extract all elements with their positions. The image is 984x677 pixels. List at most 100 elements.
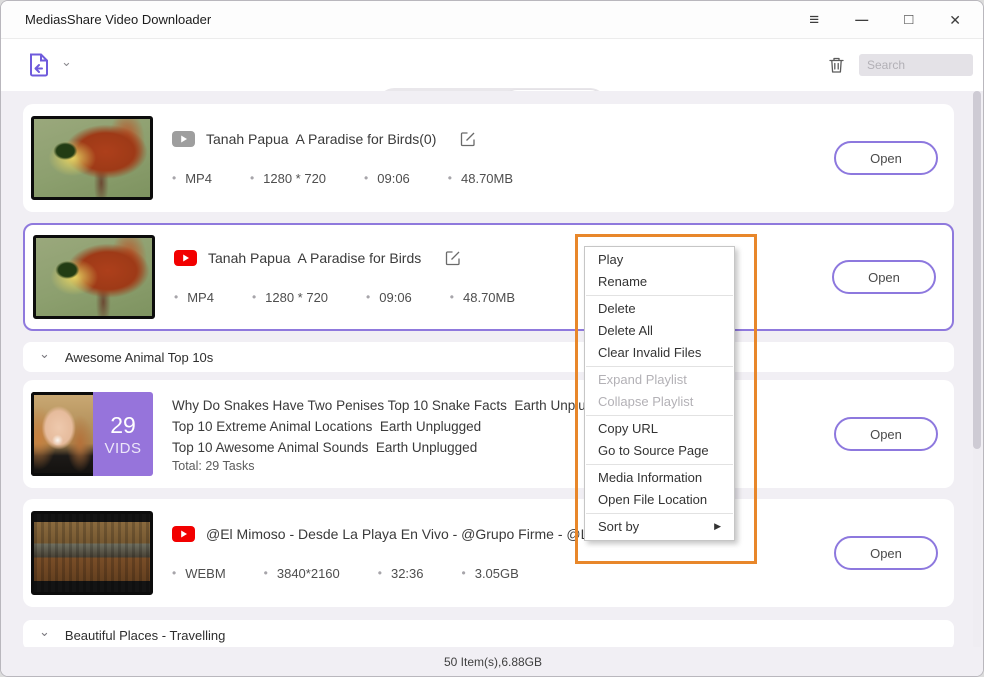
menu-separator — [586, 464, 733, 465]
menu-item-play[interactable]: Play — [585, 249, 734, 271]
playlist-track-2: Top 10 Extreme Animal Locations Earth Un… — [172, 416, 616, 437]
window-controls: ≡ — □ ✕ — [809, 11, 961, 28]
video-thumbnail — [31, 116, 153, 200]
import-task-button[interactable]: ⌄ — [27, 52, 72, 78]
section-label: Beautiful Places - Travelling — [65, 628, 225, 643]
section-label: Awesome Animal Top 10s — [65, 350, 213, 365]
menu-item-delete-all[interactable]: Delete All — [585, 320, 734, 342]
toolbar-right — [828, 54, 973, 76]
trash-icon[interactable] — [828, 56, 845, 74]
meta-resolution: 3840*2160 — [277, 566, 340, 581]
open-button[interactable]: Open — [832, 260, 936, 294]
chevron-down-icon: ⌄ — [61, 59, 72, 66]
youtube-gray-icon — [172, 131, 195, 147]
menu-item-clear-invalid-files[interactable]: Clear Invalid Files — [585, 342, 734, 364]
menu-item-collapse-playlist: Collapse Playlist — [585, 391, 734, 413]
menu-item-media-information[interactable]: Media Information — [585, 467, 734, 489]
context-menu: Play Rename Delete Delete All Clear Inva… — [584, 246, 735, 541]
video-title: Tanah Papua A Paradise for Birds — [208, 250, 421, 266]
meta-size: 48.70MB — [463, 290, 515, 305]
menu-item-rename[interactable]: Rename — [585, 271, 734, 293]
menu-item-delete[interactable]: Delete — [585, 298, 734, 320]
playlist-section-awesome-animal[interactable]: ⌄ Awesome Animal Top 10s — [23, 342, 954, 372]
scrollbar[interactable] — [973, 91, 981, 649]
bullet-icon: • — [250, 171, 254, 185]
meta-duration: 09:06 — [379, 290, 412, 305]
playlist-track-1: Why Do Snakes Have Two Penises Top 10 Sn… — [172, 395, 616, 416]
video-title: Tanah Papua A Paradise for Birds(0) — [206, 131, 436, 147]
menu-separator — [586, 366, 733, 367]
menu-separator — [586, 513, 733, 514]
video-row-1[interactable]: Tanah Papua A Paradise for Birds(0) • MP4… — [23, 104, 954, 212]
finished-list: Tanah Papua A Paradise for Birds(0) • MP4… — [1, 91, 984, 649]
meta-format: MP4 — [187, 290, 214, 305]
edit-title-icon[interactable] — [460, 131, 476, 147]
bullet-icon: • — [172, 171, 176, 185]
meta-duration: 09:06 — [377, 171, 410, 186]
menu-item-sort-by[interactable]: Sort by ▶ — [585, 516, 734, 538]
meta-duration: 32:36 — [391, 566, 424, 581]
bullet-icon: • — [450, 290, 454, 304]
playlist-section-beautiful-places[interactable]: ⌄ Beautiful Places - Travelling — [23, 620, 954, 649]
bullet-icon: • — [462, 566, 466, 580]
menu-item-copy-url[interactable]: Copy URL — [585, 418, 734, 440]
video-thumbnail — [33, 235, 155, 319]
chevron-down-icon[interactable]: ⌄ — [39, 351, 50, 358]
playlist-total-tasks: Total: 29 Tasks — [172, 459, 616, 473]
bullet-icon: • — [172, 566, 176, 580]
menu-separator — [586, 415, 733, 416]
video-thumbnail — [31, 511, 153, 595]
titlebar: MediasShare Video Downloader ≡ — □ ✕ — [1, 1, 983, 39]
bullet-icon: • — [252, 290, 256, 304]
playlist-track-3: Top 10 Awesome Animal Sounds Earth Unplu… — [172, 437, 616, 458]
close-icon[interactable]: ✕ — [949, 13, 961, 27]
open-button[interactable]: Open — [834, 417, 938, 451]
youtube-icon — [174, 250, 197, 266]
menu-item-expand-playlist: Expand Playlist — [585, 369, 734, 391]
meta-format: WEBM — [185, 566, 225, 581]
bullet-icon: • — [366, 290, 370, 304]
meta-size: 3.05GB — [475, 566, 519, 581]
video-meta: • MP4 • 1280 * 720 • 09:06 • 48.70MB — [174, 290, 553, 305]
items-summary: 50 Item(s),6.88GB — [444, 655, 542, 669]
edit-title-icon[interactable] — [445, 250, 461, 266]
hamburger-menu-icon[interactable]: ≡ — [809, 11, 819, 28]
video-meta: • MP4 • 1280 * 720 • 09:06 • 48.70MB — [172, 171, 551, 186]
meta-resolution: 1280 * 720 — [265, 290, 328, 305]
bullet-icon: • — [378, 566, 382, 580]
playlist-video-count: 29 — [110, 412, 136, 439]
app-title: MediasShare Video Downloader — [25, 12, 211, 27]
submenu-arrow-icon: ▶ — [714, 521, 721, 532]
meta-format: MP4 — [185, 171, 212, 186]
maximize-icon[interactable]: □ — [904, 12, 913, 27]
video-row-4[interactable]: @El Mimoso - Desde La Playa En Vivo - @G… — [23, 499, 954, 607]
open-button[interactable]: Open — [834, 536, 938, 570]
menu-item-open-file-location[interactable]: Open File Location — [585, 489, 734, 511]
scrollbar-thumb[interactable] — [973, 91, 981, 449]
playlist-cover-image — [31, 392, 93, 476]
bullet-icon: • — [264, 566, 268, 580]
import-document-icon — [27, 52, 51, 78]
video-meta: • WEBM • 3840*2160 • 32:36 • 3.05GB — [172, 566, 600, 581]
meta-size: 48.70MB — [461, 171, 513, 186]
chevron-down-icon[interactable]: ⌄ — [39, 629, 50, 636]
bullet-icon: • — [174, 290, 178, 304]
playlist-count-badge: 29 VIDS — [93, 392, 153, 476]
bullet-icon: • — [448, 171, 452, 185]
video-row-2-selected[interactable]: Tanah Papua A Paradise for Birds • MP4 • 1… — [23, 223, 954, 331]
open-button[interactable]: Open — [834, 141, 938, 175]
menu-separator — [586, 295, 733, 296]
playlist-count-unit: VIDS — [104, 440, 141, 457]
bullet-icon: • — [364, 171, 368, 185]
search-input[interactable] — [859, 54, 973, 76]
toolbar: ⌄ Downloading Finished — [1, 39, 983, 91]
minimize-icon[interactable]: — — [855, 13, 868, 26]
app-window: MediasShare Video Downloader ≡ — □ ✕ ⌄ D… — [0, 0, 984, 677]
youtube-icon — [172, 526, 195, 542]
playlist-thumbnail: 29 VIDS — [31, 392, 153, 476]
video-title: @El Mimoso - Desde La Playa En Vivo - @G… — [206, 526, 600, 542]
menu-item-go-to-source-page[interactable]: Go to Source Page — [585, 440, 734, 462]
meta-resolution: 1280 * 720 — [263, 171, 326, 186]
statusbar: 50 Item(s),6.88GB — [1, 647, 984, 676]
playlist-row[interactable]: 29 VIDS Why Do Snakes Have Two Penises T… — [23, 380, 954, 488]
